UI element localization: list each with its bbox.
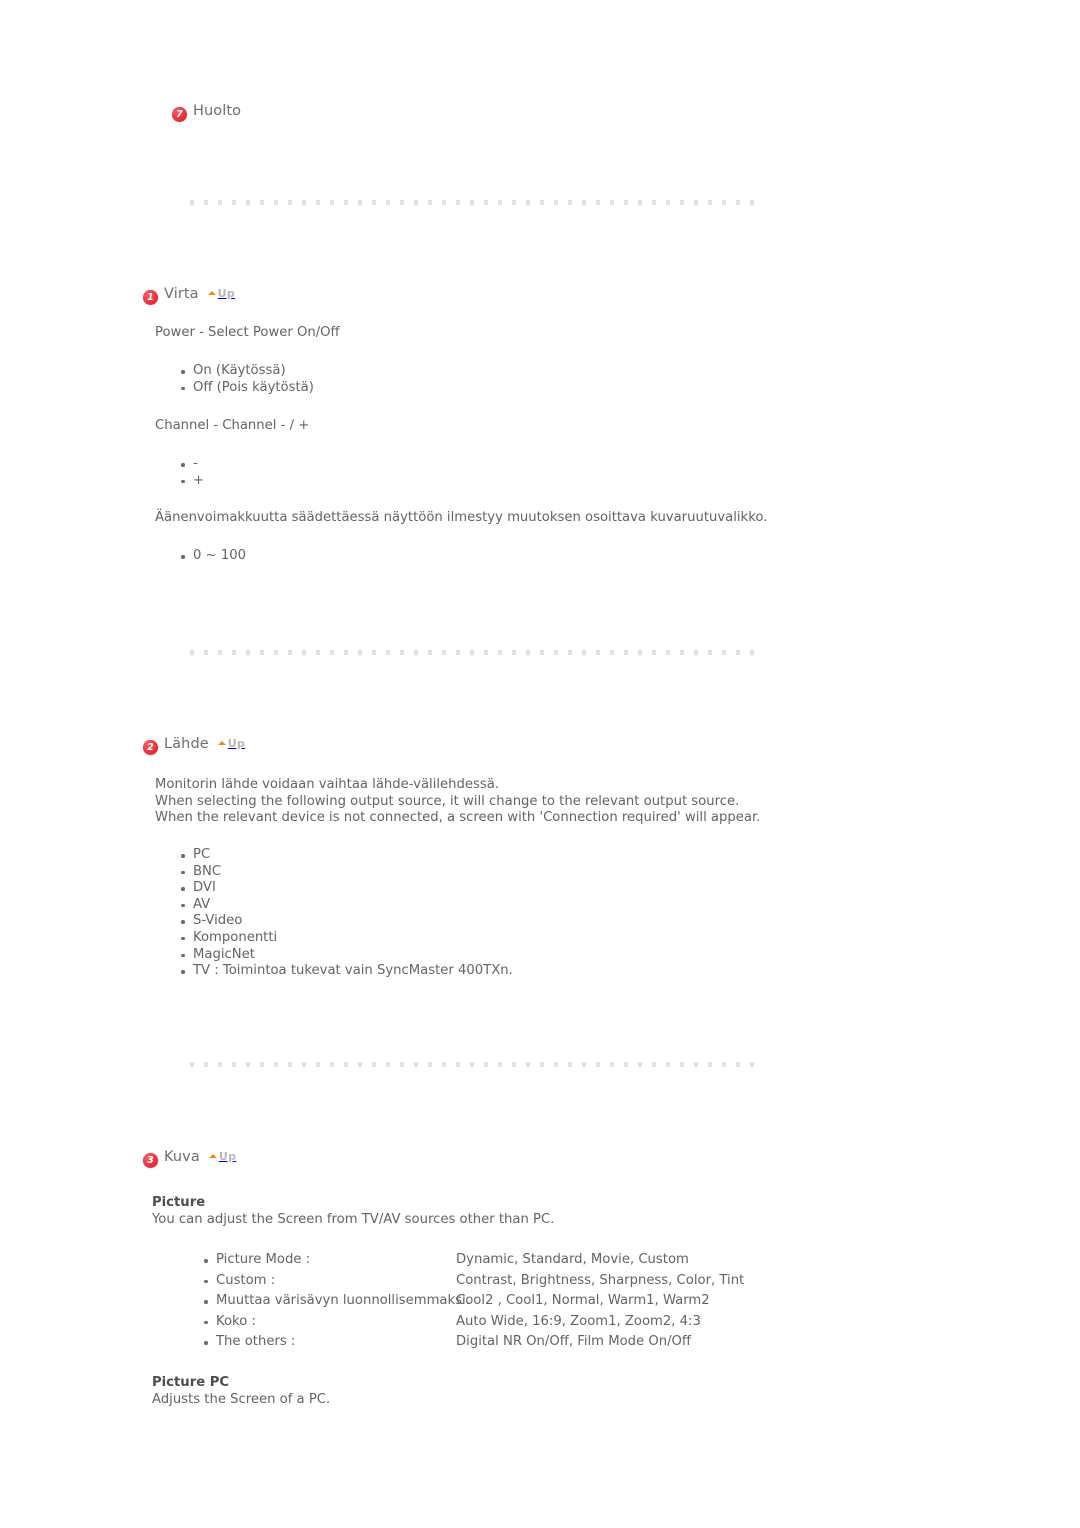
power-options-list: On (Käytössä) Off (Pois käytöstä) xyxy=(180,363,314,396)
setting-value: Dynamic, Standard, Movie, Custom xyxy=(456,1252,689,1267)
picture-heading: Picture xyxy=(152,1195,206,1210)
setting-value: Auto Wide, 16:9, Zoom1, Zoom2, 4:3 xyxy=(456,1313,701,1329)
list-item: Off (Pois käytöstä) xyxy=(180,380,314,397)
list-item: PC xyxy=(180,847,513,864)
section-title-text-huolto: Huolto xyxy=(193,103,242,119)
volume-range-list: 0 ~ 100 xyxy=(180,548,246,565)
list-item: Komponentti xyxy=(180,930,513,947)
picture-settings-table: Picture Mode : Dynamic, Standard, Movie,… xyxy=(203,1250,744,1353)
volume-paragraph: Äänenvoimakkuutta säädettäessä näyttöön … xyxy=(155,510,767,527)
channel-heading: Channel - Channel - / + xyxy=(155,418,309,435)
list-item: DVI xyxy=(180,880,513,897)
setting-term: Koko : xyxy=(216,1313,256,1329)
source-list: PC BNC DVI AV S-Video Komponentti MagicN… xyxy=(180,847,513,980)
section-title-text-virta: Virta xyxy=(164,286,199,302)
list-item: TV : Toimintoa tukevat vain SyncMaster 4… xyxy=(180,963,513,980)
list-item: - xyxy=(180,456,204,473)
section-badge-3: 3 xyxy=(143,1153,158,1168)
source-paragraph-line-1: Monitorin lähde voidaan vaihtaa lähde-vä… xyxy=(155,777,500,792)
triangle-up-icon xyxy=(217,741,226,745)
table-row: Custom : Contrast, Brightness, Sharpness… xyxy=(203,1271,744,1292)
source-paragraph-line-2: When selecting the following output sour… xyxy=(155,793,740,809)
up-link-lahde[interactable]: Up xyxy=(217,735,246,751)
picture-pc-description: Adjusts the Screen of a PC. xyxy=(152,1391,331,1407)
setting-term: Custom : xyxy=(216,1272,276,1288)
section-heading-kuva: 3 Kuva Up xyxy=(143,1148,236,1168)
up-link-label: Up xyxy=(227,737,246,750)
setting-value: Contrast, Brightness, Sharpness, Color, … xyxy=(456,1272,745,1288)
setting-term: Picture Mode : xyxy=(216,1252,311,1267)
list-item: AV xyxy=(180,897,513,914)
dotted-divider-3 xyxy=(190,1062,762,1067)
source-paragraph-line-3: When the relevant device is not connecte… xyxy=(155,810,761,826)
dotted-divider-2 xyxy=(190,650,762,655)
list-item: On (Käytössä) xyxy=(180,363,314,380)
list-item: BNC xyxy=(180,864,513,881)
section-badge-1: 1 xyxy=(143,290,158,305)
table-row: The others : Digital NR On/Off, Film Mod… xyxy=(203,1332,691,1353)
section-heading-lahde: 2 Lähde Up xyxy=(143,735,245,755)
source-paragraph: Monitorin lähde voidaan vaihtaa lähde-vä… xyxy=(155,777,760,827)
picture-block: Picture You can adjust the Screen from T… xyxy=(152,1195,554,1228)
table-row: Koko : Auto Wide, 16:9, Zoom1, Zoom2, 4:… xyxy=(203,1312,701,1333)
setting-term: Muuttaa värisävyn luonnollisemmaksi. xyxy=(216,1293,470,1308)
setting-value: Digital NR On/Off, Film Mode On/Off xyxy=(456,1334,691,1349)
power-heading: Power - Select Power On/Off xyxy=(155,325,340,342)
section-heading-huolto: 7 Huolto xyxy=(172,103,241,122)
channel-heading-text: Channel - Channel - / + xyxy=(155,418,310,433)
up-link-kuva[interactable]: Up xyxy=(208,1148,237,1164)
list-item: S-Video xyxy=(180,913,513,930)
list-item: 0 ~ 100 xyxy=(180,548,246,565)
list-item: MagicNet xyxy=(180,947,513,964)
channel-options-list: - + xyxy=(180,456,204,489)
dotted-divider-1 xyxy=(190,200,762,205)
section-title-text-lahde: Lähde xyxy=(164,736,209,752)
manual-page: 7 Huolto 1 Virta Up Power - Select Power On… xyxy=(0,0,1080,1528)
triangle-up-icon xyxy=(208,1154,217,1158)
picture-pc-block: Picture PC Adjusts the Screen of a PC. xyxy=(152,1375,330,1408)
setting-value: Cool2 , Cool1, Normal, Warm1, Warm2 xyxy=(456,1293,710,1308)
picture-description: You can adjust the Screen from TV/AV sou… xyxy=(152,1211,555,1227)
power-heading-text: Power - Select Power On/Off xyxy=(155,325,340,340)
section-badge-2: 2 xyxy=(143,740,158,755)
up-link-label: Up xyxy=(218,1150,237,1163)
list-item: + xyxy=(180,473,204,490)
table-row: Muuttaa värisävyn luonnollisemmaksi. Coo… xyxy=(203,1291,710,1312)
section-title-text-kuva: Kuva xyxy=(164,1149,200,1165)
section-heading-virta: 1 Virta Up xyxy=(143,285,235,305)
triangle-up-icon xyxy=(207,291,216,295)
section-badge-7: 7 xyxy=(172,107,187,122)
volume-paragraph-text: Äänenvoimakkuutta säädettäessä näyttöön … xyxy=(155,510,768,525)
table-row: Picture Mode : Dynamic, Standard, Movie,… xyxy=(203,1250,689,1271)
up-link-label: Up xyxy=(217,287,236,300)
up-link-virta[interactable]: Up xyxy=(207,285,236,301)
picture-pc-heading: Picture PC xyxy=(152,1375,230,1390)
setting-term: The others : xyxy=(216,1334,296,1349)
